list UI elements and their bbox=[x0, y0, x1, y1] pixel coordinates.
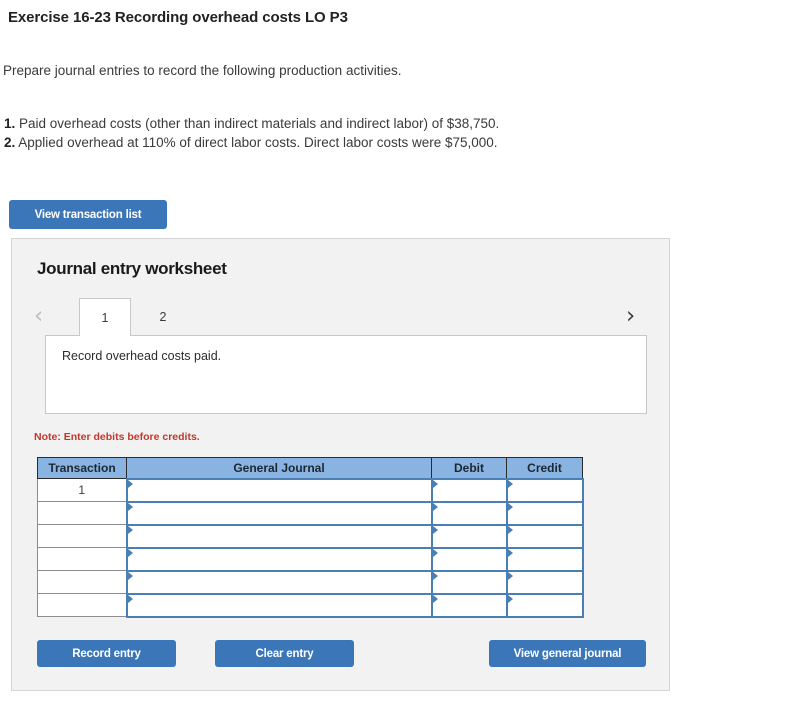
input-debit-5[interactable] bbox=[430, 569, 508, 595]
cell-transaction-1: 1 bbox=[37, 478, 127, 502]
view-transaction-list-button[interactable]: View transaction list bbox=[9, 200, 167, 229]
cell-transaction-4 bbox=[37, 547, 127, 571]
input-general-journal-4[interactable] bbox=[125, 546, 433, 572]
activity-text: Applied overhead at 110% of direct labor… bbox=[18, 135, 498, 150]
activity-number: 1. bbox=[4, 116, 16, 131]
input-credit-6[interactable] bbox=[505, 592, 584, 618]
input-general-journal-1[interactable] bbox=[125, 477, 433, 503]
input-general-journal-5[interactable] bbox=[125, 569, 433, 595]
page-title: Exercise 16-23 Recording overhead costs … bbox=[8, 9, 348, 26]
table-row bbox=[37, 546, 584, 572]
worksheet-heading: Journal entry worksheet bbox=[37, 259, 227, 278]
clear-entry-button[interactable]: Clear entry bbox=[215, 640, 354, 667]
table-row: 1 bbox=[37, 477, 584, 503]
input-credit-5[interactable] bbox=[505, 569, 584, 595]
chevron-left-icon[interactable]: ‹ bbox=[34, 301, 43, 331]
journal-entry-table: Transaction General Journal Debit Credit… bbox=[37, 457, 584, 618]
column-header-transaction: Transaction bbox=[37, 457, 127, 479]
table-row bbox=[37, 523, 584, 549]
table-row bbox=[37, 500, 584, 526]
cell-transaction-2 bbox=[37, 501, 127, 525]
column-header-general-journal: General Journal bbox=[126, 457, 432, 479]
cell-transaction-5 bbox=[37, 570, 127, 594]
exercise-prompt: Prepare journal entries to record the fo… bbox=[3, 63, 402, 78]
activity-number: 2. bbox=[4, 135, 16, 150]
column-header-debit: Debit bbox=[431, 457, 507, 479]
table-header-row: Transaction General Journal Debit Credit bbox=[37, 457, 583, 479]
list-item: 1. Paid overhead costs (other than indir… bbox=[4, 114, 499, 133]
input-debit-4[interactable] bbox=[430, 546, 508, 572]
column-header-credit: Credit bbox=[506, 457, 583, 479]
input-credit-2[interactable] bbox=[505, 500, 584, 526]
record-entry-button[interactable]: Record entry bbox=[37, 640, 176, 667]
activity-list: 1. Paid overhead costs (other than indir… bbox=[4, 114, 499, 152]
input-debit-2[interactable] bbox=[430, 500, 508, 526]
activity-text: Paid overhead costs (other than indirect… bbox=[19, 116, 500, 131]
input-general-journal-2[interactable] bbox=[125, 500, 433, 526]
entry-description-box: Record overhead costs paid. bbox=[45, 335, 647, 414]
worksheet-tab-strip: ‹ 1 2 › bbox=[34, 298, 654, 336]
journal-entry-worksheet-panel: Journal entry worksheet ‹ 1 2 › Record o… bbox=[11, 238, 670, 691]
chevron-right-icon[interactable]: › bbox=[626, 301, 635, 331]
input-general-journal-6[interactable] bbox=[125, 592, 433, 618]
view-general-journal-button[interactable]: View general journal bbox=[489, 640, 646, 667]
table-row bbox=[37, 592, 584, 618]
cell-transaction-3 bbox=[37, 524, 127, 548]
input-credit-4[interactable] bbox=[505, 546, 584, 572]
table-row bbox=[37, 569, 584, 595]
input-debit-1[interactable] bbox=[430, 477, 508, 503]
entry-description-text: Record overhead costs paid. bbox=[62, 349, 222, 363]
tab-entry-1[interactable]: 1 bbox=[79, 298, 131, 336]
tab-entry-2[interactable]: 2 bbox=[137, 298, 189, 336]
list-item: 2. Applied overhead at 110% of direct la… bbox=[4, 133, 499, 152]
input-credit-1[interactable] bbox=[505, 477, 584, 503]
input-debit-3[interactable] bbox=[430, 523, 508, 549]
input-credit-3[interactable] bbox=[505, 523, 584, 549]
debit-credit-note: Note: Enter debits before credits. bbox=[34, 431, 200, 443]
cell-transaction-6 bbox=[37, 593, 127, 617]
input-general-journal-3[interactable] bbox=[125, 523, 433, 549]
input-debit-6[interactable] bbox=[430, 592, 508, 618]
